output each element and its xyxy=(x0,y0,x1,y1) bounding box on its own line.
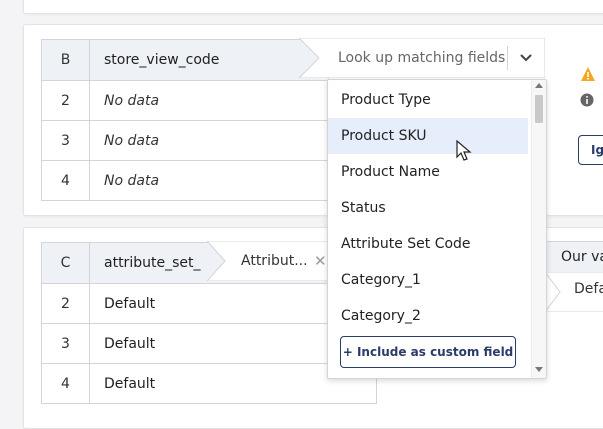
row-number: 4 xyxy=(42,364,90,403)
warning-icon xyxy=(581,67,595,81)
table-row: 3 No data xyxy=(42,120,328,160)
column-preview-b: B store_view_code 2 No data 3 No data 4 … xyxy=(41,39,329,201)
row-number: 2 xyxy=(42,284,90,323)
previous-mapping-card xyxy=(23,0,603,14)
mapped-field-select[interactable]: Attribut... ✕ xyxy=(207,241,329,281)
table-row: 2 Default xyxy=(42,283,376,323)
cell-value: No data xyxy=(104,132,160,149)
option-product-sku[interactable]: Product SKU xyxy=(328,118,528,154)
option-category-2[interactable]: Category_2 xyxy=(328,298,528,334)
option-product-type[interactable]: Product Type xyxy=(328,82,528,118)
our-value-label: Our va xyxy=(561,249,603,265)
field-options-dropdown[interactable]: Product Type Product SKU Product Name St… xyxy=(327,79,547,379)
mapped-field-label: Attribut... xyxy=(241,253,308,269)
scrollbar-thumb[interactable] xyxy=(535,95,543,123)
info-icon xyxy=(580,93,594,107)
row-number: 4 xyxy=(42,161,90,200)
option-attribute-set-code[interactable]: Attribute Set Code xyxy=(328,226,528,262)
table-row: 4 Default xyxy=(42,363,376,403)
column-letter: B xyxy=(42,40,90,80)
lookup-placeholder: Look up matching fields xyxy=(338,50,506,66)
table-row: 2 No data xyxy=(42,80,328,120)
option-product-name[interactable]: Product Name xyxy=(328,154,528,190)
our-value-column: Our va Defa xyxy=(545,241,603,315)
column-name: store_view_code xyxy=(104,52,220,68)
table-row: 3 Default xyxy=(42,323,376,363)
scroll-down-arrow-icon[interactable] xyxy=(535,367,543,372)
our-value-text: Defa xyxy=(574,281,603,297)
ignore-column-button[interactable]: Ign xyxy=(578,135,603,165)
field-lookup-select[interactable]: Look up matching fields xyxy=(299,38,545,78)
row-number: 3 xyxy=(42,324,90,363)
our-value-header: Our va xyxy=(545,241,603,273)
column-header-b: B store_view_code xyxy=(42,40,328,80)
lookup-divider xyxy=(507,46,508,70)
dropdown-scrollbar[interactable] xyxy=(531,80,546,378)
close-icon[interactable]: ✕ xyxy=(314,252,327,270)
row-number: 3 xyxy=(42,121,90,160)
option-status[interactable]: Status xyxy=(328,190,528,226)
mouse-cursor-icon xyxy=(456,140,472,161)
cell-value: No data xyxy=(104,92,160,109)
chevron-down-icon[interactable] xyxy=(518,51,534,65)
table-row: 4 No data xyxy=(42,160,328,200)
include-custom-field-button[interactable]: + Include as custom field xyxy=(340,336,516,368)
cell-value: No data xyxy=(104,172,160,189)
column-letter: C xyxy=(42,243,90,283)
row-number: 2 xyxy=(42,81,90,120)
option-category-1[interactable]: Category_1 xyxy=(328,262,528,298)
scroll-up-arrow-icon[interactable] xyxy=(535,83,543,88)
